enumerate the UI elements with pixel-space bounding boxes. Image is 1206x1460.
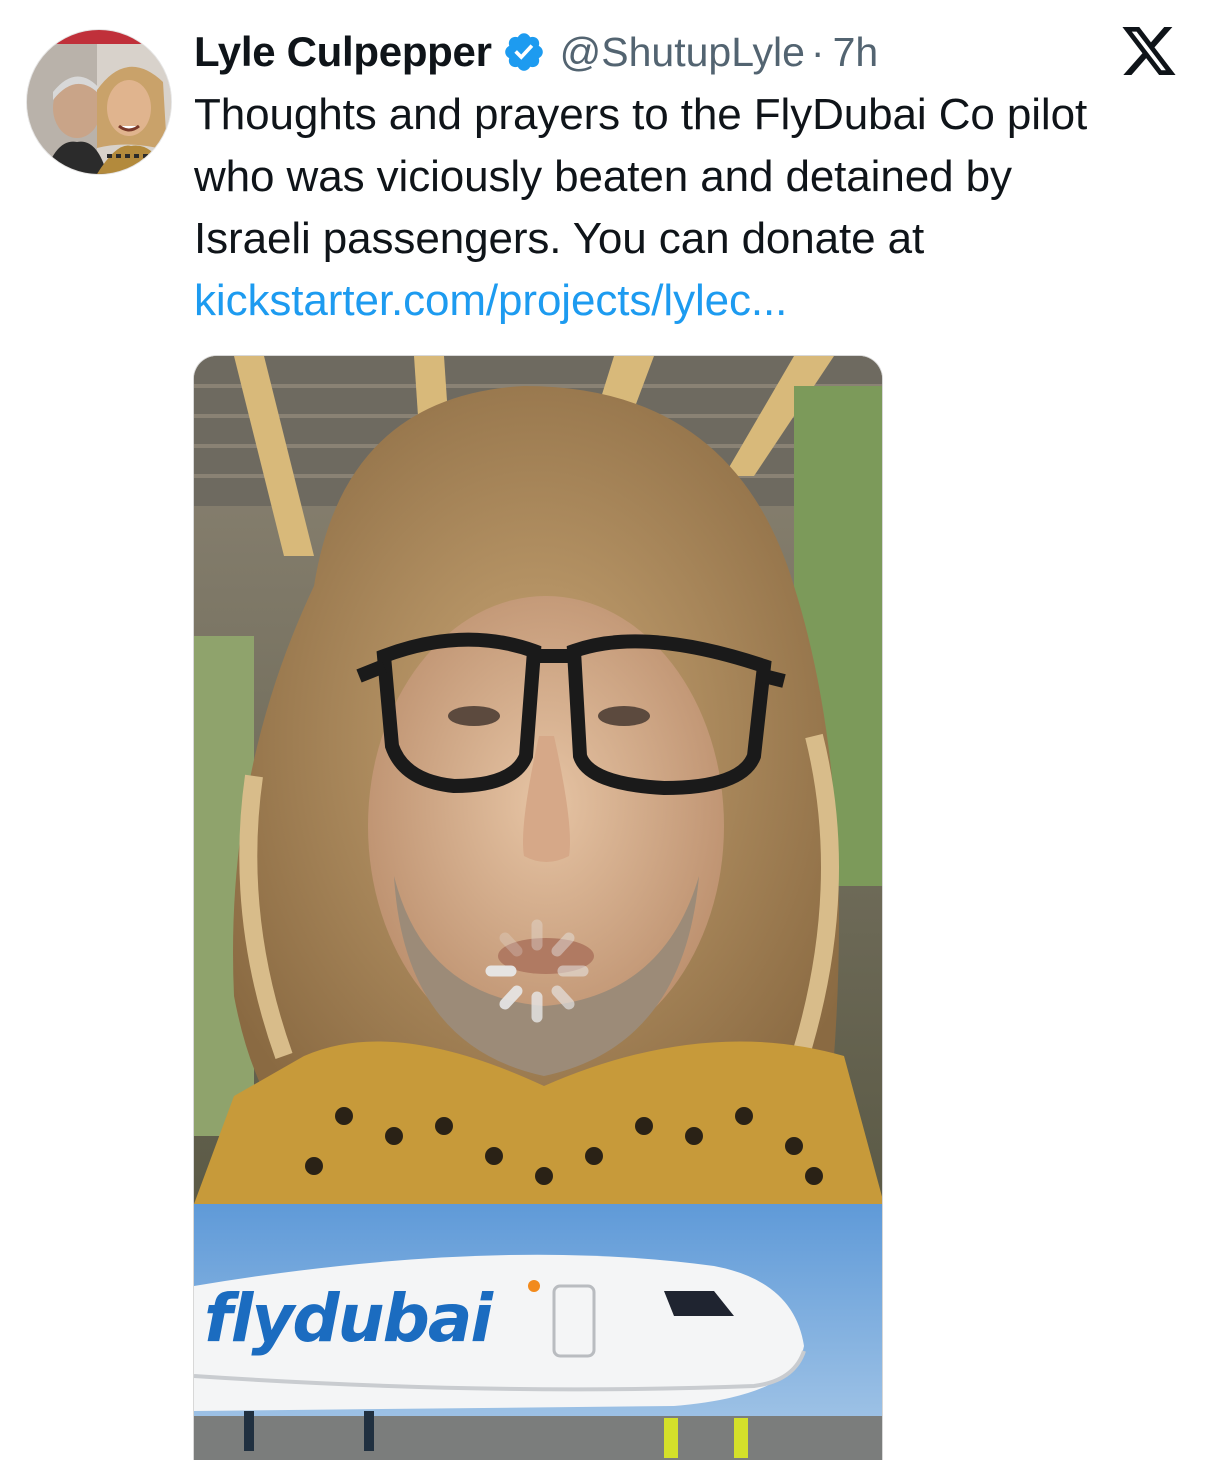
tweet-text-line: Israeli passengers. You can donate at [194, 214, 925, 263]
tweet-timestamp[interactable]: 7h [833, 29, 879, 76]
author-display-name[interactable]: Lyle Culpepper [194, 28, 492, 76]
tweet-media-image[interactable]: flydubai [193, 355, 883, 1460]
tweet-header: Lyle Culpepper @ShutupLyle · 7h [194, 24, 878, 80]
loading-spinner-icon [477, 911, 597, 1031]
tweet-text-line: Thoughts and prayers to the FlyDubai Co … [194, 90, 1088, 139]
avatar[interactable] [26, 29, 172, 175]
separator-dot: · [810, 28, 825, 75]
tweet-body: Thoughts and prayers to the FlyDubai Co … [194, 84, 1184, 332]
tweet-link[interactable]: kickstarter.com/projects/lylec... [194, 270, 1184, 332]
author-handle[interactable]: @ShutupLyle [560, 29, 805, 76]
x-logo-icon[interactable] [1122, 27, 1176, 75]
verified-badge-icon [502, 30, 546, 74]
tweet-text-line: who was viciously beaten and detained by [194, 152, 1012, 201]
flydubai-livery-text: flydubai [204, 1280, 494, 1357]
